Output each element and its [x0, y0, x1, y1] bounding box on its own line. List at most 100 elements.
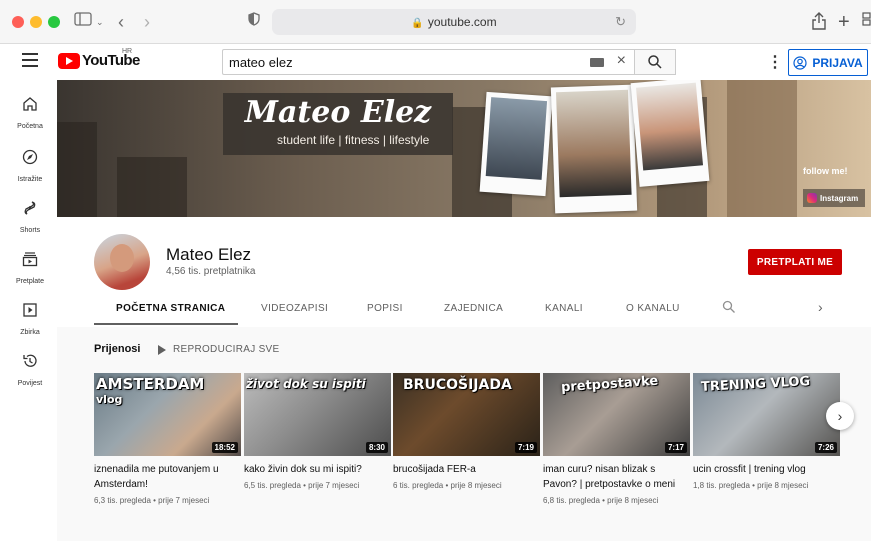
history-icon — [23, 354, 37, 367]
sidebar-label: Istražite — [17, 176, 43, 183]
search-button[interactable] — [634, 49, 676, 75]
video-title[interactable]: iman curu? nisan blizak s Pavon? | pretp… — [543, 462, 685, 492]
back-button[interactable]: ‹ — [118, 12, 124, 32]
channel-avatar[interactable] — [94, 234, 150, 290]
play-all-label: REPRODUCIRAJ SVE — [173, 344, 280, 355]
sidebar-label: Pretplate — [15, 278, 45, 285]
minimize-window-button[interactable] — [30, 16, 42, 28]
chevron-right-icon: › — [837, 408, 843, 424]
subscriber-count: 4,56 tis. pretplatnika — [166, 266, 256, 277]
sidebar-item-subscriptions[interactable]: Pretplate — [0, 251, 60, 288]
channel-banner: Mateo Elez student life | fitness | life… — [57, 80, 871, 217]
sidebar-item-shorts[interactable]: Shorts — [0, 200, 60, 237]
more-options-icon[interactable]: ⋮ — [767, 52, 783, 72]
banner-title: Mateo Elez — [244, 95, 432, 130]
video-thumbnail[interactable]: TRENING VLOG 7:26 — [693, 373, 840, 456]
video-title[interactable]: ucin crossfit | trening vlog — [693, 462, 835, 477]
shorts-icon — [24, 201, 36, 215]
video-duration: 18:52 — [211, 442, 238, 453]
reload-icon[interactable]: ↻ — [615, 9, 626, 35]
subscribe-button[interactable]: PRETPLATI ME — [748, 249, 842, 275]
channel-search-icon[interactable] — [722, 300, 736, 319]
share-icon[interactable] — [812, 12, 826, 36]
video-duration: 8:30 — [365, 442, 388, 453]
instagram-link[interactable]: Instagram — [803, 189, 865, 207]
thumbnail-text: BRUCOŠIJADA — [403, 377, 512, 393]
country-code: HR — [122, 48, 133, 55]
channel-name: Mateo Elez — [166, 245, 252, 264]
video-title[interactable]: iznenadila me putovanjem u Amsterdam! — [94, 462, 236, 492]
url-text: youtube.com — [427, 15, 497, 29]
tab-videos[interactable]: VIDEOZAPISI — [261, 303, 328, 314]
menu-icon[interactable] — [22, 53, 38, 67]
sidebar-label: Shorts — [19, 227, 41, 234]
library-icon — [23, 303, 37, 317]
video-meta: 6,3 tis. pregleda • prije 7 mjeseci — [94, 496, 210, 505]
zoom-window-button[interactable] — [48, 16, 60, 28]
thumbnail-text: vlog — [96, 393, 123, 406]
chevron-down-icon[interactable]: ⌄ — [96, 12, 104, 32]
video-duration: 7:19 — [514, 442, 537, 453]
tab-home[interactable]: POČETNA STRANICA — [116, 303, 225, 314]
video-thumbnail[interactable]: BRUCOŠIJADA 7:19 — [393, 373, 540, 456]
active-tab-indicator — [94, 323, 238, 325]
banner-photo — [479, 91, 553, 197]
video-thumbnail[interactable]: pretpostavke 7:17 — [543, 373, 690, 456]
sidebar-item-history[interactable]: Povijest — [0, 353, 60, 390]
banner-photo — [630, 80, 710, 187]
shelf-title: Prijenosi — [94, 343, 141, 355]
thumbnail-text: TRENING VLOG — [700, 374, 811, 395]
sidebar: Početna Istražite Shorts Pretplate Zbirk… — [0, 78, 60, 541]
compass-icon — [22, 149, 38, 165]
video-thumbnail[interactable]: AMSTERDAM vlog 18:52 — [94, 373, 241, 456]
video-title[interactable]: kako živin dok su mi ispiti? — [244, 462, 386, 477]
new-tab-icon[interactable]: + — [838, 12, 850, 32]
follow-me-text: follow me! — [803, 166, 848, 176]
tab-about[interactable]: O KANALU — [626, 303, 680, 314]
sidebar-label: Zbirka — [20, 329, 40, 336]
lock-icon: 🔒 — [411, 18, 424, 29]
account-icon — [793, 55, 807, 70]
search-value: mateo elez — [229, 55, 293, 70]
browser-toolbar: ⌄ ‹ › 🔒 youtube.com ↻ + — [0, 0, 871, 44]
video-meta: 1,8 tis. pregleda • prije 8 mjeseci — [693, 481, 809, 490]
video-meta: 6 tis. pregleda • prije 8 mjeseci — [393, 481, 502, 490]
keyboard-icon[interactable] — [590, 58, 604, 67]
clear-search-icon[interactable]: × — [617, 52, 626, 70]
signin-label: PRIJAVA — [812, 55, 863, 70]
thumbnail-text: život dok su ispiti — [246, 377, 366, 391]
video-meta: 6,8 tis. pregleda • prije 8 mjeseci — [543, 496, 659, 505]
video-meta: 6,5 tis. pregleda • prije 7 mjeseci — [244, 481, 360, 490]
video-thumbnail[interactable]: život dok su ispiti 8:30 — [244, 373, 391, 456]
banner-subtitle: student life | fitness | lifestyle — [277, 133, 430, 147]
sidebar-item-library[interactable]: Zbirka — [0, 302, 60, 339]
tab-channels[interactable]: KANALI — [545, 303, 583, 314]
instagram-label: Instagram — [820, 193, 859, 203]
signin-button[interactable]: PRIJAVA — [788, 49, 868, 76]
play-icon — [158, 344, 166, 355]
close-window-button[interactable] — [12, 16, 24, 28]
instagram-icon — [807, 193, 817, 203]
video-title[interactable]: brucošijada FER-a — [393, 462, 535, 477]
banner-photo — [550, 84, 638, 214]
shelf-next-button[interactable]: › — [826, 402, 854, 430]
privacy-shield-icon[interactable] — [248, 12, 260, 32]
home-icon — [23, 97, 37, 111]
play-all-button[interactable]: REPRODUCIRAJ SVE — [158, 344, 279, 355]
thumbnail-text: pretpostavke — [560, 373, 659, 396]
tab-community[interactable]: ZAJEDNICA — [444, 303, 503, 314]
tab-playlists[interactable]: POPISI — [367, 303, 403, 314]
sidebar-label: Početna — [17, 123, 43, 130]
sidebar-item-explore[interactable]: Istražite — [0, 149, 60, 186]
banner-title-box: Mateo Elez student life | fitness | life… — [223, 93, 453, 155]
tab-overview-icon[interactable] — [862, 12, 871, 32]
address-bar[interactable]: 🔒 youtube.com ↻ — [272, 9, 636, 35]
subscriptions-icon — [22, 252, 38, 267]
sidebar-item-home[interactable]: Početna — [0, 96, 60, 133]
sidebar-toggle-icon[interactable] — [74, 12, 92, 32]
forward-button[interactable]: › — [144, 12, 150, 32]
search-icon — [648, 55, 662, 69]
search-input[interactable]: mateo elez × — [222, 49, 634, 75]
video-duration: 7:17 — [664, 442, 687, 453]
tabs-next-chevron-icon[interactable]: › — [818, 299, 823, 315]
